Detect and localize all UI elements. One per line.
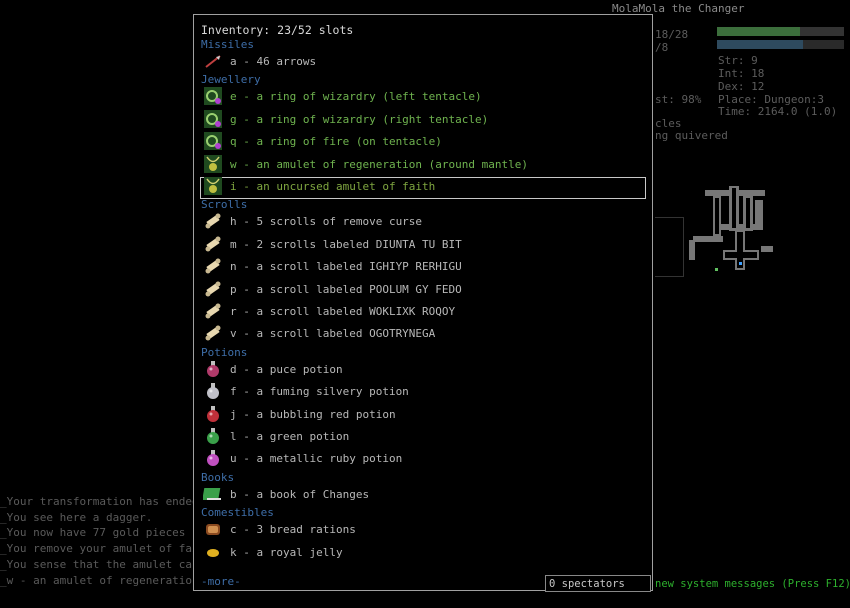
inventory-item-label: g - a ring of wizardry (right tentacle) bbox=[230, 112, 489, 126]
scroll-icon bbox=[203, 211, 223, 231]
inventory-item[interactable]: d - a puce potion bbox=[201, 358, 641, 380]
system-messages-notice[interactable]: new system messages (Press F12) bbox=[655, 578, 850, 590]
potion-icon bbox=[203, 381, 223, 401]
inventory-item-label: a - 46 arrows bbox=[230, 55, 317, 68]
inventory-item-label: i - an uncursed amulet of faith bbox=[230, 180, 436, 193]
potion-icon bbox=[203, 359, 223, 379]
more-prompt[interactable]: -more- bbox=[201, 575, 241, 588]
inventory-item[interactable]: f - a fuming silvery potion bbox=[201, 380, 641, 402]
inventory-item-label: c - 3 bread rations bbox=[230, 523, 356, 537]
potion-icon bbox=[203, 404, 223, 424]
stat-int: Int: 18 bbox=[718, 67, 765, 80]
inventory-item-label: n - a scroll labeled IGHIYP RERHIGU bbox=[230, 260, 462, 274]
ring-icon bbox=[203, 109, 223, 129]
inventory-item[interactable]: c - 3 bread rations bbox=[201, 518, 641, 540]
inventory-item[interactable]: a - 46 arrows bbox=[201, 50, 641, 72]
amulet-icon bbox=[203, 176, 223, 196]
stat-dex: Dex: 12 bbox=[718, 80, 765, 93]
inventory-item-label: e - a ring of wizardry (left tentacle) bbox=[230, 90, 482, 104]
inventory-item[interactable]: w - an amulet of regeneration (around ma… bbox=[201, 153, 641, 175]
inventory-item-label: v - a scroll labeled OGOTRYNEGA bbox=[230, 327, 436, 341]
message-line: _You see here a dagger. bbox=[0, 510, 153, 524]
scroll-icon bbox=[203, 234, 223, 254]
inventory-panel: Inventory: 23/52 slots Missiles a - 46 ar… bbox=[193, 14, 653, 591]
inventory-item-label: b - a book of Changes bbox=[230, 487, 370, 501]
scroll-icon bbox=[203, 279, 223, 299]
stat-stealth: st: 98% bbox=[655, 93, 702, 106]
potion-icon bbox=[203, 448, 223, 468]
scroll-icon bbox=[203, 301, 223, 321]
inventory-item-label: f - a fuming silvery potion bbox=[230, 385, 409, 399]
inventory-item-label: q - a ring of fire (on tentacle) bbox=[230, 135, 442, 149]
inventory-item[interactable]: u - a metallic ruby potion bbox=[201, 447, 641, 469]
scroll-icon bbox=[203, 323, 223, 343]
inventory-item-label: u - a metallic ruby potion bbox=[230, 452, 403, 466]
arrow-icon bbox=[203, 51, 223, 71]
inventory-item[interactable]: q - a ring of fire (on tentacle) bbox=[201, 130, 641, 152]
inventory-item[interactable]: i - an uncursed amulet of faith bbox=[201, 175, 641, 197]
inventory-item[interactable]: l - a green potion bbox=[201, 425, 641, 447]
spectators-box: 0 spectators bbox=[545, 575, 651, 592]
inventory-item[interactable]: b - a book of Changes bbox=[201, 483, 641, 505]
inventory-item[interactable]: h - 5 scrolls of remove curse bbox=[201, 210, 641, 232]
inventory-item[interactable]: m - 2 scrolls labeled DIUNTA TU BIT bbox=[201, 233, 641, 255]
inventory-title: Inventory: 23/52 slots bbox=[201, 23, 354, 37]
inventory-item[interactable]: k - a royal jelly bbox=[201, 541, 641, 563]
inventory-item-label: j - a bubbling red potion bbox=[230, 407, 396, 421]
scroll-icon bbox=[203, 256, 223, 276]
inventory-item[interactable]: n - a scroll labeled IGHIYP RERHIGU bbox=[201, 255, 641, 277]
message-line: _You sense that the amulet cannot bbox=[0, 557, 219, 571]
ring-icon bbox=[203, 86, 223, 106]
inventory-item-label: d - a puce potion bbox=[230, 362, 343, 376]
inventory-item[interactable]: j - a bubbling red potion bbox=[201, 403, 641, 425]
inventory-item-label: l - a green potion bbox=[230, 430, 350, 443]
message-line: _You remove your amulet of faith. bbox=[0, 542, 219, 556]
inventory-item-label: p - a scroll labeled POOLUM GY FEDO bbox=[230, 282, 462, 296]
stat-str: Str: 9 bbox=[718, 54, 758, 67]
status-line-2: ng quivered bbox=[655, 129, 728, 142]
inventory-item[interactable]: v - a scroll labeled OGOTRYNEGA bbox=[201, 322, 641, 344]
hp-bar bbox=[717, 27, 844, 36]
bread-icon bbox=[203, 519, 223, 539]
ring-icon bbox=[203, 131, 223, 151]
minimap bbox=[689, 186, 773, 271]
inventory-item-label: k - a royal jelly bbox=[230, 545, 343, 559]
inventory-item[interactable]: r - a scroll labeled WOKLIXK ROQOY bbox=[201, 300, 641, 322]
inventory-item-label: w - an amulet of regeneration (around ma… bbox=[230, 157, 529, 171]
inventory-item[interactable]: g - a ring of wizardry (right tentacle) bbox=[201, 108, 641, 130]
inventory-item-label: r - a scroll labeled WOKLIXK ROQOY bbox=[230, 305, 456, 318]
message-line: _You now have 77 gold pieces (gain bbox=[0, 526, 226, 540]
message-log: _Your transformation has ended. _You see … bbox=[0, 494, 225, 588]
stat-time: Time: 2164.0 (1.0) bbox=[718, 105, 838, 118]
map-frame bbox=[655, 217, 684, 277]
message-line: _w - an amulet of regeneration (ar bbox=[0, 573, 226, 587]
jelly-icon bbox=[203, 542, 223, 562]
amulet-icon bbox=[203, 154, 223, 174]
inventory-item[interactable]: p - a scroll labeled POOLUM GY FEDO bbox=[201, 278, 641, 300]
inventory-item-label: m - 2 scrolls labeled DIUNTA TU BIT bbox=[230, 237, 462, 251]
potion-icon bbox=[203, 426, 223, 446]
book-icon bbox=[202, 484, 223, 504]
hp-text: 18/28 bbox=[655, 28, 689, 41]
mp-text: /8 bbox=[655, 41, 669, 54]
inventory-item[interactable]: e - a ring of wizardry (left tentacle) bbox=[201, 85, 641, 107]
message-line: _Your transformation has ended. bbox=[0, 495, 206, 508]
mp-bar bbox=[717, 40, 844, 49]
inventory-item-label: h - 5 scrolls of remove curse bbox=[230, 215, 423, 229]
